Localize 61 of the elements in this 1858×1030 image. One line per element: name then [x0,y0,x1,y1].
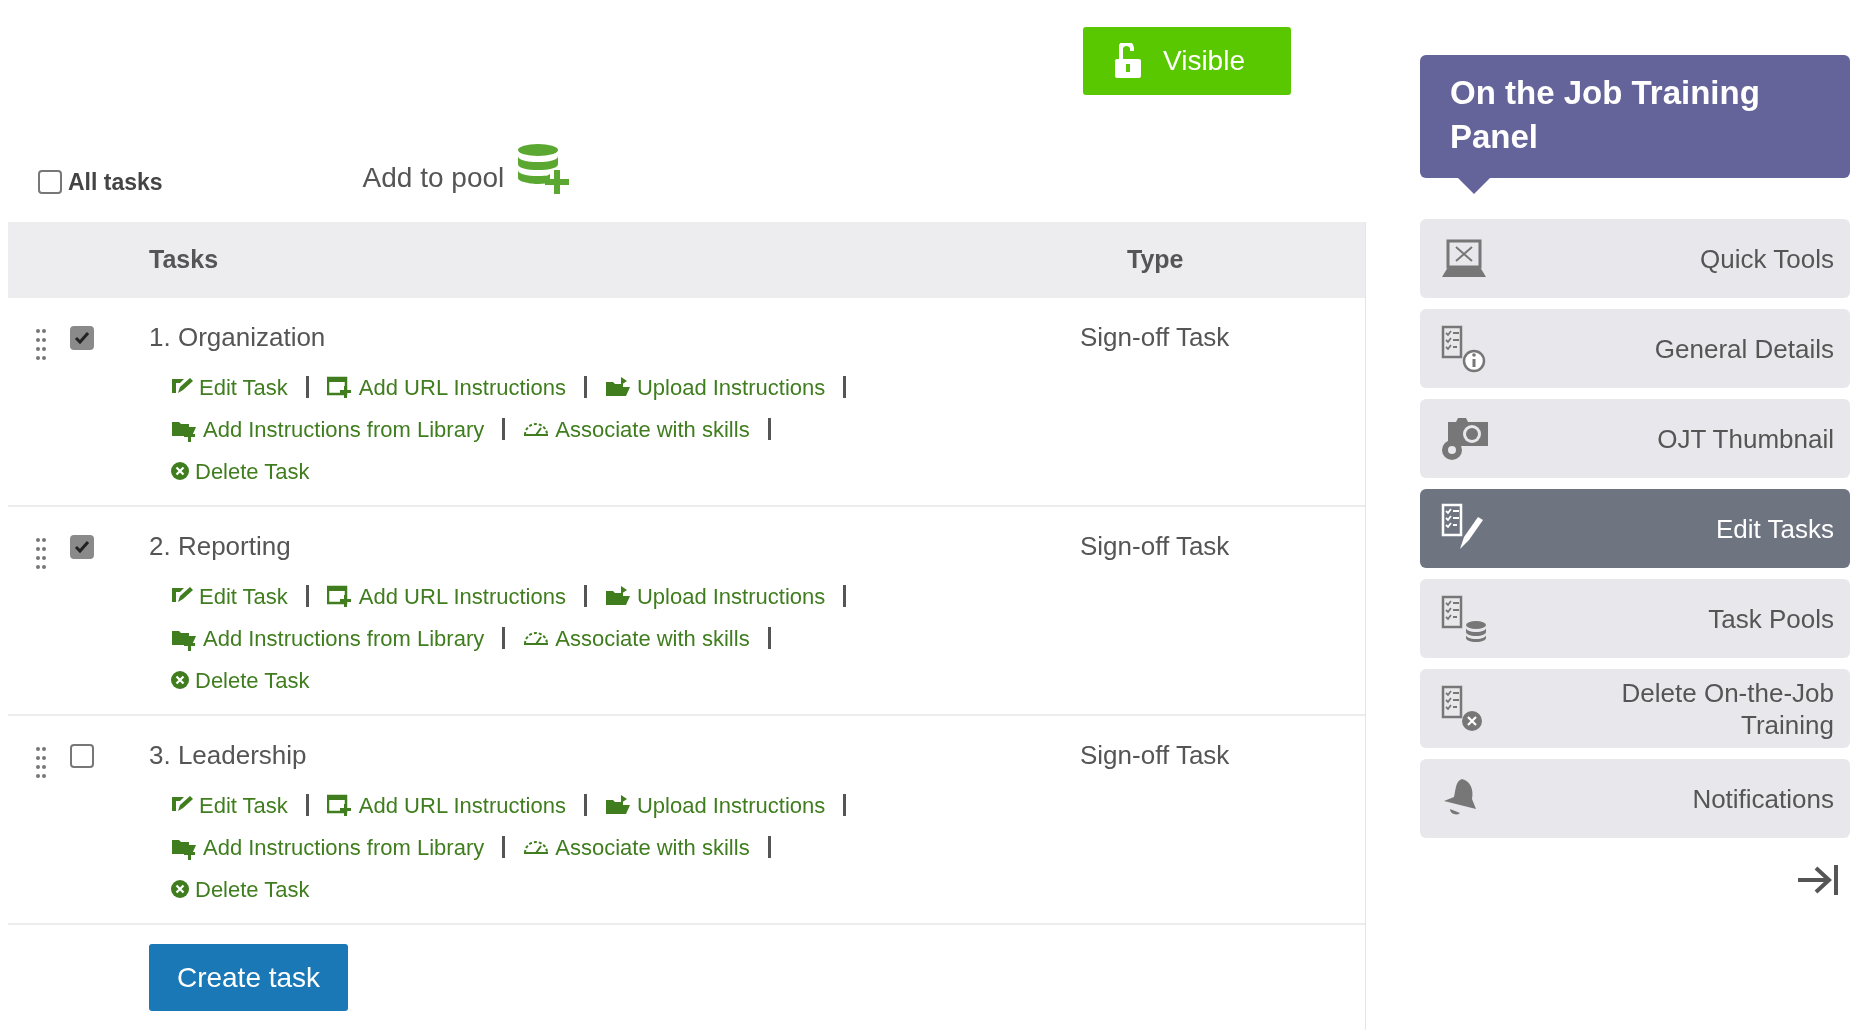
window-add-icon [326,585,353,607]
panel-item[interactable]: General Details [1420,309,1850,388]
task-type: Sign-off Task [1080,531,1230,561]
panel-item[interactable]: Quick Tools [1420,219,1850,298]
action-link[interactable]: Add URL Instructions [326,788,566,822]
action-link[interactable]: Delete Task [171,454,310,488]
action-link[interactable]: Edit Task [171,579,288,613]
check-icon [74,540,90,554]
panel-item[interactable]: Edit Tasks [1420,489,1850,568]
action-link[interactable]: Delete Task [171,663,310,697]
gauge-icon [523,839,550,855]
action-link[interactable]: Associate with skills [523,621,750,655]
create-task-button[interactable]: Create task [149,944,348,1011]
panel-item[interactable]: Notifications [1420,759,1850,838]
window-add-icon [326,376,353,398]
close-circle-icon [171,880,189,898]
row-checkbox[interactable] [70,535,94,559]
folder-icon [604,794,631,816]
folder-icon [604,376,631,398]
row-checkbox[interactable] [70,744,94,768]
action-link[interactable]: Edit Task [171,788,288,822]
action-link[interactable]: Add Instructions from Library [171,412,485,446]
action-link[interactable]: Add Instructions from Library [171,621,485,655]
gauge-icon [523,421,550,437]
drag-handle-icon [36,537,46,571]
checklist-database-icon [1440,594,1488,643]
pool-label: Add to pool [362,161,505,195]
check-icon [74,331,90,345]
gauge-icon [523,630,550,646]
panel-item[interactable]: Delete On-the-Job Training [1420,669,1850,748]
task-title: 2. Reporting [149,531,292,561]
row-checkbox[interactable] [70,326,94,350]
checklist-info-icon [1440,324,1488,373]
action-link[interactable]: Delete Task [171,872,310,906]
window-add-icon [326,794,353,816]
task-title: 3. Leadership [149,740,308,770]
action-link[interactable]: Edit Task [171,370,288,404]
header-pointer [1458,178,1490,194]
task-type: Sign-off Task [1080,740,1230,770]
action-link[interactable]: Upload Instructions [604,788,826,822]
panel-header: On the Job Training Panel [1420,55,1850,178]
task-title: 1. Organization [149,322,327,352]
action-link[interactable]: Associate with skills [523,830,750,864]
action-link[interactable]: Add URL Instructions [326,370,566,404]
collapse-arrow-icon [1796,863,1840,897]
checkbox[interactable] [38,170,62,195]
checkbox-label: All tasks [68,168,163,197]
action-link[interactable]: Associate with skills [523,412,750,446]
task-type: Sign-off Task [1080,322,1230,352]
action-link[interactable]: Add URL Instructions [326,579,566,613]
close-circle-icon [171,462,189,480]
folder-icon [604,585,631,607]
action-link[interactable]: Add Instructions from Library [171,830,485,864]
action-link[interactable]: Upload Instructions [604,579,826,613]
panel-item[interactable]: Task Pools [1420,579,1850,658]
drag-handle-icon [36,746,46,780]
panel-item[interactable]: OJT Thumbnail [1420,399,1850,478]
close-circle-icon [171,671,189,689]
column-header: Type [1127,244,1184,276]
drag-handle-icon [36,328,46,362]
action-link[interactable]: Upload Instructions [604,370,826,404]
